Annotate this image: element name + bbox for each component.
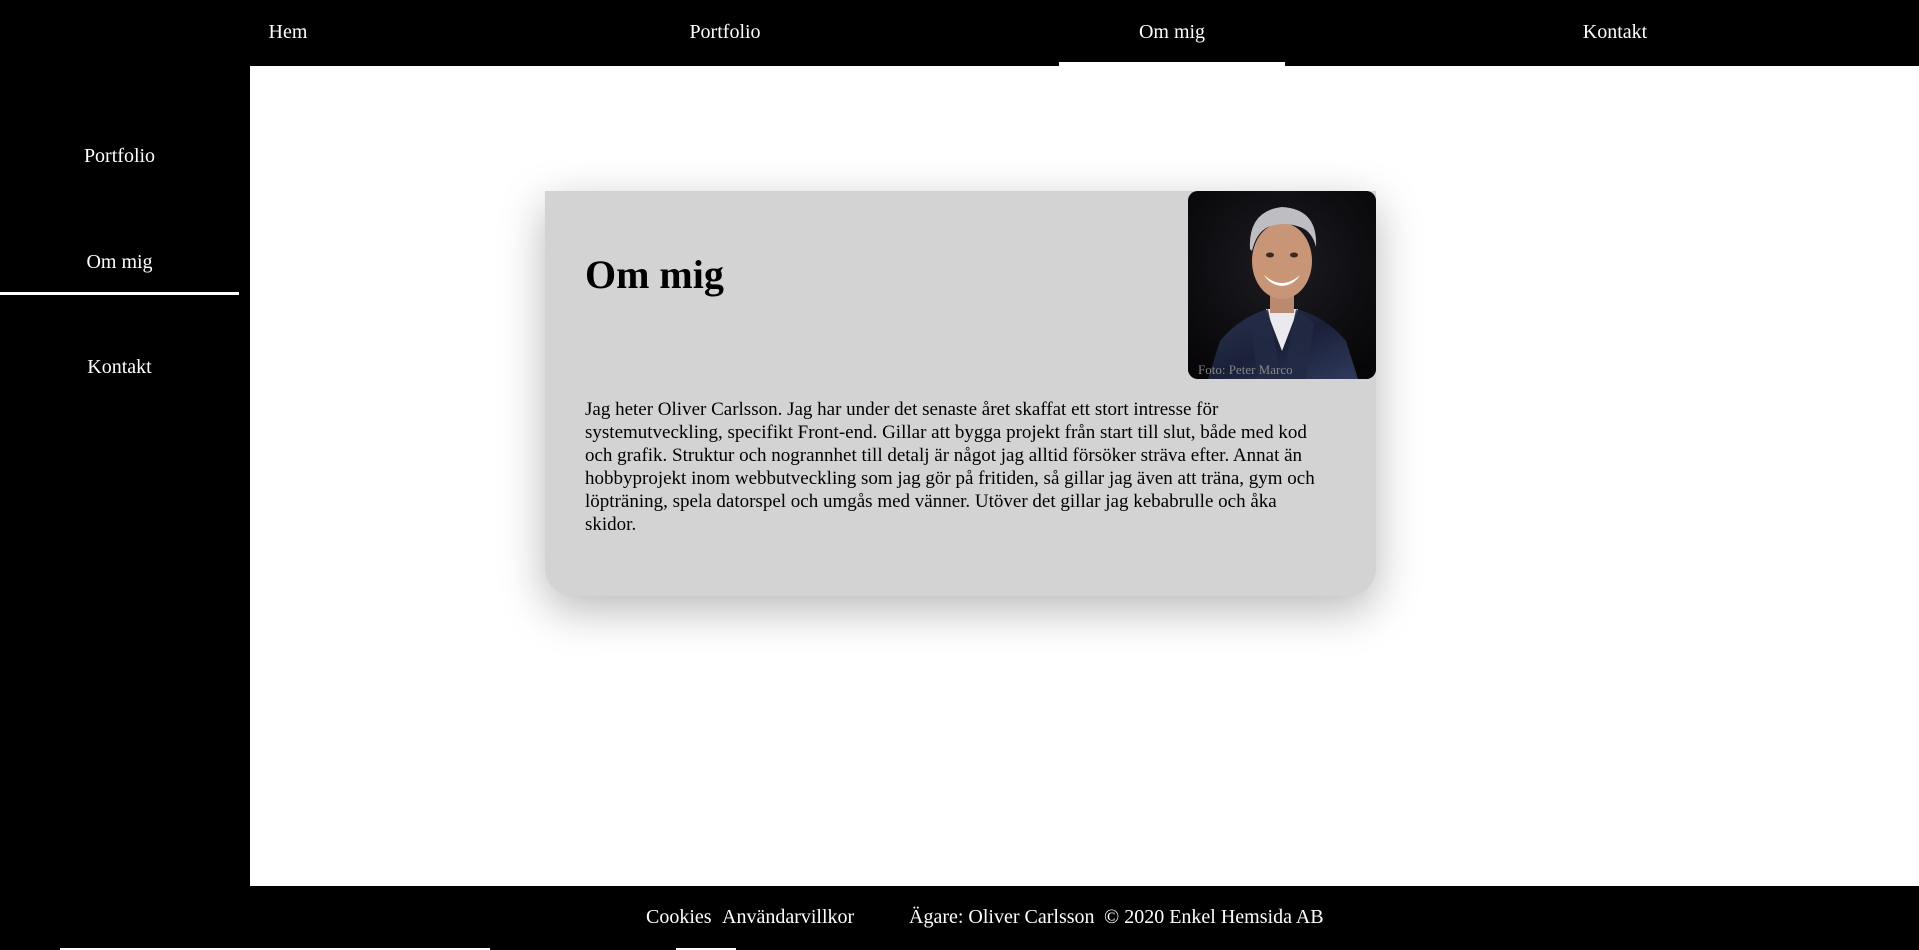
top-nav-om-mig-link[interactable]: Om mig bbox=[1059, 0, 1285, 64]
sidebar-item-om-mig[interactable]: Om mig bbox=[0, 251, 239, 274]
footer-owner-text: Ägare: Oliver Carlsson bbox=[909, 906, 1095, 928]
footer-copyright-text: © 2020 Enkel Hemsida AB bbox=[1104, 906, 1324, 928]
profile-photo: Foto: Peter Marco bbox=[1188, 191, 1376, 379]
top-nav-hem-link[interactable]: Hem bbox=[248, 0, 328, 64]
about-card: Om mig Foto: Peter Marco Jag heter Olive… bbox=[545, 191, 1376, 596]
top-nav-portfolio-link[interactable]: Portfolio bbox=[660, 0, 790, 64]
footer-cookies-link[interactable]: Cookies bbox=[646, 906, 712, 929]
about-text: Jag heter Oliver Carlsson. Jag har under… bbox=[585, 399, 1315, 535]
sidebar-item-portfolio[interactable]: Portfolio bbox=[0, 145, 239, 168]
portrait-image bbox=[1188, 191, 1376, 379]
main-content: Om mig Foto: Peter Marco Jag heter Olive… bbox=[250, 66, 1919, 886]
page-title: Om mig bbox=[585, 252, 724, 297]
photo-credit: Foto: Peter Marco bbox=[1198, 362, 1293, 377]
top-navigation: Hem Portfolio Om mig Kontakt bbox=[0, 0, 1919, 66]
top-nav-kontakt-link[interactable]: Kontakt bbox=[1560, 0, 1670, 64]
footer-terms-link[interactable]: Användarvillkor bbox=[722, 906, 854, 929]
sidebar: Portfolio Om mig Kontakt bbox=[0, 66, 250, 886]
sidebar-active-indicator bbox=[0, 292, 239, 295]
sidebar-item-kontakt[interactable]: Kontakt bbox=[0, 356, 239, 379]
footer: Cookies Användarvillkor Ägare: Oliver Ca… bbox=[0, 886, 1919, 950]
